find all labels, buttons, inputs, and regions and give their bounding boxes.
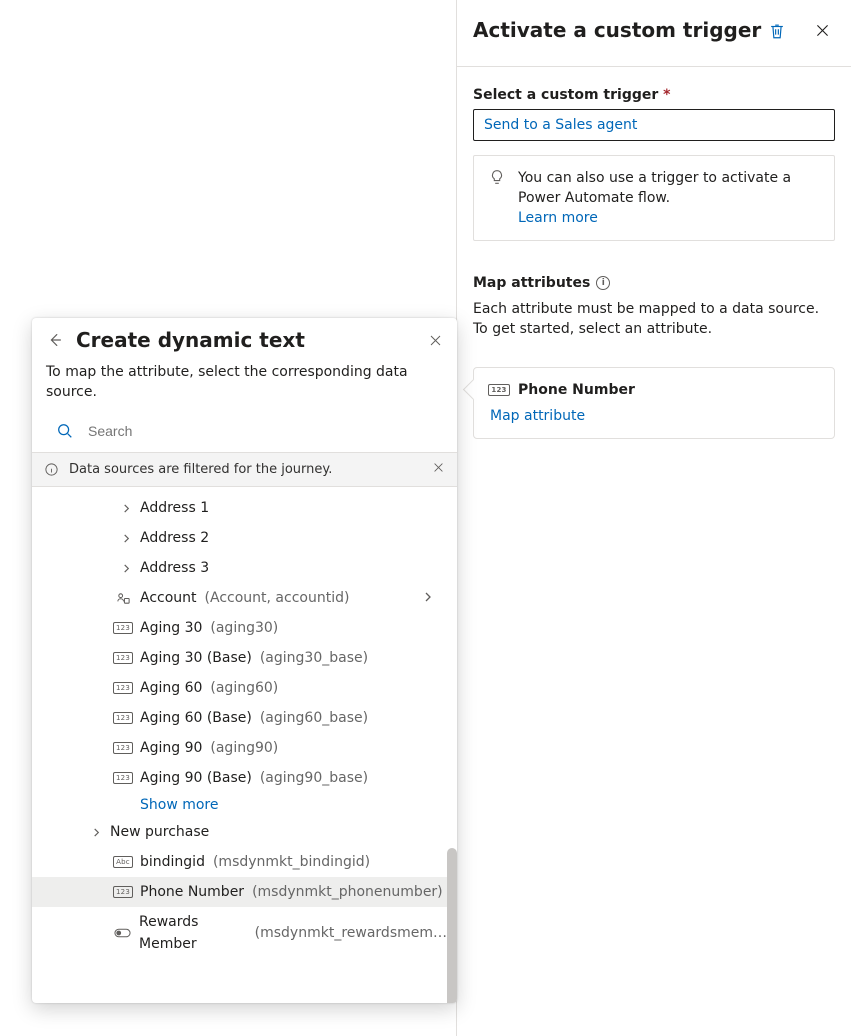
- tree-item-aging30-base[interactable]: 123 Aging 30 (Base) (aging30_base): [32, 643, 455, 673]
- filter-banner: Data sources are filtered for the journe…: [32, 452, 457, 487]
- tree-item-aging30[interactable]: 123 Aging 30 (aging30): [32, 613, 455, 643]
- close-icon: [432, 461, 445, 474]
- number-type-icon: 123: [113, 652, 133, 664]
- number-type-icon: 123: [113, 622, 133, 634]
- map-attributes-description: Each attribute must be mapped to a data …: [473, 299, 835, 339]
- tree-item-address-3[interactable]: Address 3: [32, 553, 455, 583]
- tree-item-aging60[interactable]: 123 Aging 60 (aging60): [32, 673, 455, 703]
- info-icon[interactable]: i: [596, 276, 610, 290]
- dynamic-text-popover: Create dynamic text To map the attribute…: [32, 318, 457, 1003]
- chevron-right-icon: [92, 828, 102, 837]
- activate-trigger-panel: Activate a custom trigger Select a custo…: [456, 0, 851, 1036]
- info-icon: [44, 462, 59, 477]
- trash-icon: [768, 22, 786, 40]
- number-type-icon: 123: [113, 886, 133, 898]
- close-icon: [428, 333, 443, 348]
- tip-callout: You can also use a trigger to activate a…: [473, 155, 835, 241]
- arrow-left-icon: [46, 331, 64, 349]
- toggle-type-icon: [114, 926, 131, 940]
- close-popover-button[interactable]: [428, 333, 443, 348]
- delete-button[interactable]: [768, 22, 786, 40]
- tree-item-aging90-base[interactable]: 123 Aging 90 (Base) (aging90_base): [32, 763, 455, 793]
- number-type-icon: 123: [113, 682, 133, 694]
- chevron-right-icon: [122, 534, 132, 543]
- close-icon: [814, 22, 831, 39]
- attribute-name: Phone Number: [518, 382, 635, 398]
- tree-item-aging90[interactable]: 123 Aging 90 (aging90): [32, 733, 455, 763]
- tree-item-address-1[interactable]: Address 1: [32, 493, 455, 523]
- tree-item-address-2[interactable]: Address 2: [32, 523, 455, 553]
- search-icon: [56, 422, 74, 440]
- lightbulb-icon: [488, 168, 506, 186]
- tip-learn-more-link[interactable]: Learn more: [518, 210, 598, 226]
- tree-item-new-purchase[interactable]: New purchase: [32, 817, 455, 847]
- tree-item-account[interactable]: Account (Account, accountid): [32, 583, 455, 613]
- data-source-tree: Address 1 Address 2 Address 3: [32, 487, 457, 1003]
- number-type-icon: 123: [113, 712, 133, 724]
- tree-item-phone-number[interactable]: 123 Phone Number (msdynmkt_phonenumber): [32, 877, 455, 907]
- trigger-field-label: Select a custom trigger *: [473, 87, 835, 103]
- chevron-right-icon: [423, 587, 433, 609]
- attribute-card-phone[interactable]: 123 Phone Number Map attribute: [473, 367, 835, 439]
- chevron-right-icon: [122, 504, 132, 513]
- map-attribute-link[interactable]: Map attribute: [490, 408, 818, 424]
- number-type-icon: 123: [488, 384, 509, 396]
- text-type-icon: Abc: [113, 856, 133, 868]
- tip-text: You can also use a trigger to activate a…: [518, 170, 791, 206]
- back-button[interactable]: [46, 331, 64, 349]
- scrollbar-thumb[interactable]: [447, 848, 457, 1003]
- show-more-link[interactable]: Show more: [32, 793, 455, 817]
- search-input[interactable]: [86, 422, 443, 440]
- search-row[interactable]: [32, 416, 457, 452]
- tree-item-aging60-base[interactable]: 123 Aging 60 (Base) (aging60_base): [32, 703, 455, 733]
- lookup-type-icon: [114, 591, 132, 605]
- panel-title: Activate a custom trigger: [473, 16, 768, 44]
- map-attributes-heading: Map attributes i: [473, 275, 835, 291]
- chevron-right-icon: [122, 564, 132, 573]
- tree-item-bindingid[interactable]: Abc bindingid (msdynmkt_bindingid): [32, 847, 455, 877]
- popover-description: To map the attribute, select the corresp…: [32, 352, 457, 416]
- popover-title: Create dynamic text: [76, 328, 416, 352]
- banner-close-button[interactable]: [432, 461, 445, 478]
- number-type-icon: 123: [113, 772, 133, 784]
- close-panel-button[interactable]: [814, 22, 831, 40]
- panel-header: Activate a custom trigger: [457, 0, 851, 67]
- trigger-select[interactable]: Send to a Sales agent: [473, 109, 835, 141]
- number-type-icon: 123: [113, 742, 133, 754]
- tree-item-rewards-member[interactable]: Rewards Member (msdynmkt_rewardsmem…: [32, 907, 455, 959]
